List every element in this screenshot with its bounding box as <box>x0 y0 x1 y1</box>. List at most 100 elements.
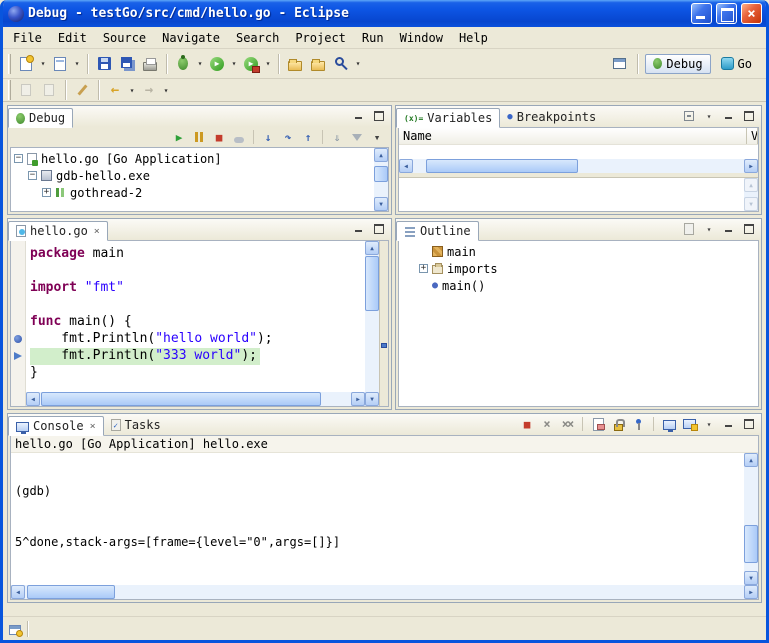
expander-icon[interactable]: − <box>14 154 23 163</box>
sort-button[interactable] <box>681 222 697 236</box>
open-console-dropdown-icon[interactable]: ▾ <box>701 417 717 431</box>
view-menu-icon[interactable]: ▾ <box>368 129 386 145</box>
code-line[interactable]: import "fmt" <box>30 280 365 297</box>
close-tab-icon[interactable]: × <box>94 226 100 237</box>
forward-dropdown[interactable]: ▾ <box>161 79 171 101</box>
minimize-view-button[interactable] <box>721 109 737 123</box>
debug-perspective-button[interactable]: Debug <box>645 54 710 74</box>
code-line[interactable]: fmt.Println("hello world"); <box>30 331 365 348</box>
scrollbar-thumb[interactable] <box>744 525 758 562</box>
stepfilters[interactable] <box>348 129 366 145</box>
tree-row[interactable]: − hello.go [Go Application] <box>14 150 374 167</box>
tab-variables[interactable]: (x)= Variables <box>396 108 500 128</box>
overview-annotation-icon[interactable] <box>381 343 387 348</box>
scrollbar-thumb[interactable] <box>41 392 321 406</box>
scrollbar-track[interactable] <box>365 255 379 392</box>
scroll-left-icon[interactable]: ◀ <box>26 392 40 406</box>
menu-source[interactable]: Source <box>95 29 154 47</box>
scrollbar-track[interactable] <box>374 162 388 197</box>
run-button[interactable]: ▶ <box>206 53 228 75</box>
new-menu-dropdown[interactable]: ▾ <box>72 53 82 75</box>
toolbar-handle[interactable] <box>8 54 11 74</box>
minimize-button[interactable] <box>691 3 712 24</box>
scrollbar-thumb[interactable] <box>374 166 388 182</box>
close-button[interactable]: × <box>741 3 762 24</box>
terminate-icon[interactable]: ■ <box>210 129 228 145</box>
next-annotation-button[interactable] <box>15 79 37 101</box>
vertical-scrollbar[interactable]: ▲ ▼ <box>744 178 758 211</box>
breakpoint-ruler[interactable] <box>11 241 26 406</box>
new-menu-button[interactable] <box>49 53 71 75</box>
maximize-view-button[interactable] <box>741 417 757 431</box>
debug-dropdown[interactable]: ▾ <box>195 53 205 75</box>
scroll-down-icon[interactable]: ▼ <box>365 392 379 406</box>
column-header-name[interactable]: Name <box>399 128 747 144</box>
scroll-up-icon[interactable]: ▲ <box>374 148 388 162</box>
vertical-scrollbar[interactable]: ▲ ▼ <box>374 148 388 211</box>
column-header-value[interactable]: Value <box>747 128 758 144</box>
maximize-view-button[interactable] <box>371 222 387 236</box>
minimize-view-button[interactable] <box>721 222 737 236</box>
overview-ruler[interactable] <box>379 241 388 406</box>
menu-window[interactable]: Window <box>392 29 451 47</box>
tab-console[interactable]: Console × <box>8 416 104 436</box>
resume-icon[interactable]: ▶ <box>170 129 188 145</box>
scroll-up-icon[interactable]: ▲ <box>365 241 379 255</box>
code-line[interactable]: package main <box>30 246 365 263</box>
code-line[interactable]: } <box>30 365 365 382</box>
collapse-all-button[interactable] <box>681 109 697 123</box>
maximize-view-button[interactable] <box>741 222 757 236</box>
vertical-scrollbar[interactable]: ▲ ▼ <box>744 453 758 585</box>
horizontal-scrollbar[interactable]: ◀ ▶ <box>399 159 758 173</box>
search-button[interactable] <box>330 53 352 75</box>
save-all-button[interactable] <box>116 53 138 75</box>
step-return-icon[interactable]: ↑ <box>299 129 317 145</box>
menu-search[interactable]: Search <box>228 29 287 47</box>
step-into-icon[interactable]: ↓ <box>259 129 277 145</box>
view-menu-icon[interactable]: ▾ <box>701 109 717 123</box>
scrollbar-thumb[interactable] <box>27 585 115 599</box>
back-button[interactable]: ← <box>104 79 126 101</box>
scroll-down-icon[interactable]: ▼ <box>744 571 758 585</box>
forward-button[interactable]: → <box>138 79 160 101</box>
expander-icon[interactable]: − <box>28 171 37 180</box>
scroll-left-icon[interactable]: ◀ <box>11 585 25 599</box>
scroll-up-icon[interactable]: ▲ <box>744 453 758 467</box>
save-button[interactable] <box>93 53 115 75</box>
new-wizard-button[interactable] <box>15 53 37 75</box>
open-resource-button[interactable] <box>284 53 306 75</box>
code-area[interactable]: package main import "fmt" func main() { … <box>26 241 365 392</box>
menu-navigate[interactable]: Navigate <box>154 29 228 47</box>
minimize-view-button[interactable] <box>721 417 737 431</box>
code-line-current[interactable]: fmt.Println("333 world"); <box>30 348 260 365</box>
menu-file[interactable]: File <box>5 29 50 47</box>
scroll-left-icon[interactable]: ◀ <box>399 159 413 173</box>
menu-edit[interactable]: Edit <box>50 29 95 47</box>
print-button[interactable] <box>139 53 161 75</box>
fast-view-icon[interactable] <box>9 625 21 635</box>
scroll-down-icon[interactable]: ▼ <box>374 197 388 211</box>
menu-help[interactable]: Help <box>451 29 496 47</box>
debug-tree[interactable]: − hello.go [Go Application] − gdb-hello.… <box>11 148 374 211</box>
scrollbar-thumb[interactable] <box>365 256 379 311</box>
scrollbar-track[interactable] <box>25 585 744 599</box>
tab-breakpoints[interactable]: ● Breakpoints <box>500 107 603 127</box>
code-line[interactable] <box>30 297 365 314</box>
console-output[interactable]: (gdb) 5^done,stack-args=[frame={level="0… <box>11 453 744 585</box>
horizontal-scrollbar[interactable]: ◀ ▶ <box>26 392 365 406</box>
view-menu-icon[interactable]: ▾ <box>701 222 717 236</box>
go-perspective-button[interactable]: Go <box>714 55 759 73</box>
tree-row[interactable]: main <box>419 243 758 260</box>
horizontal-scrollbar[interactable]: ◀ ▶ <box>11 585 758 599</box>
terminate-icon[interactable]: ■ <box>519 417 535 431</box>
tab-tasks[interactable]: ✓ Tasks <box>104 415 168 435</box>
tab-outline[interactable]: Outline <box>396 221 479 241</box>
tree-row[interactable]: + imports <box>419 260 758 277</box>
scroll-lock-button[interactable] <box>610 417 626 431</box>
maximize-view-button[interactable] <box>371 109 387 123</box>
expander-icon[interactable]: + <box>42 188 51 197</box>
open-console-button[interactable] <box>681 417 697 431</box>
breakpoint-marker-icon[interactable] <box>14 335 22 343</box>
menu-run[interactable]: Run <box>354 29 392 47</box>
tree-row[interactable]: + gothread-2 <box>14 184 374 201</box>
